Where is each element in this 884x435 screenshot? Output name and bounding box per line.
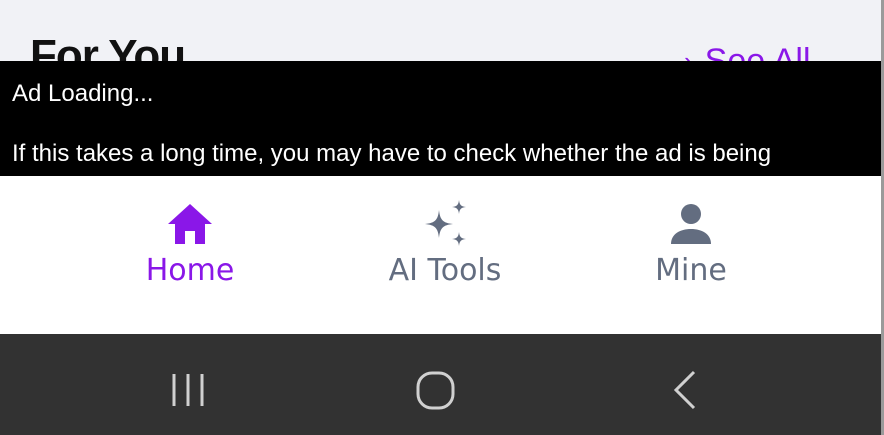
chevron-right-icon: › xyxy=(684,46,693,62)
see-all-link[interactable]: › See All xyxy=(684,44,811,62)
bottom-navigation-bar: Home AI Tools Mine xyxy=(0,176,884,334)
section-title: For You xyxy=(30,31,186,63)
ad-loading-overlay[interactable]: Ad Loading... If this takes a long time,… xyxy=(0,61,884,176)
recents-button[interactable] xyxy=(158,366,218,414)
system-home-button[interactable] xyxy=(406,366,466,414)
recents-icon xyxy=(172,374,204,406)
nav-label-mine: Mine xyxy=(655,253,727,288)
nav-item-home[interactable]: Home xyxy=(90,198,290,286)
nav-item-ai-tools[interactable]: AI Tools xyxy=(345,198,545,286)
nav-label-home: Home xyxy=(145,253,235,288)
see-all-label: See All xyxy=(704,42,811,62)
nav-label-ai-tools: AI Tools xyxy=(388,253,502,288)
system-navigation-bar xyxy=(0,334,884,435)
for-you-section-header: For You › See All xyxy=(0,0,884,62)
back-button[interactable] xyxy=(656,366,716,414)
back-icon xyxy=(673,370,696,410)
home-circle-icon xyxy=(416,371,455,410)
person-icon xyxy=(671,204,711,244)
ad-loading-message: If this takes a long time, you may have … xyxy=(12,140,772,167)
nav-item-mine[interactable]: Mine xyxy=(591,198,791,286)
sparkles-icon xyxy=(425,200,466,246)
ad-loading-title: Ad Loading... xyxy=(12,80,154,107)
home-icon xyxy=(168,204,212,244)
